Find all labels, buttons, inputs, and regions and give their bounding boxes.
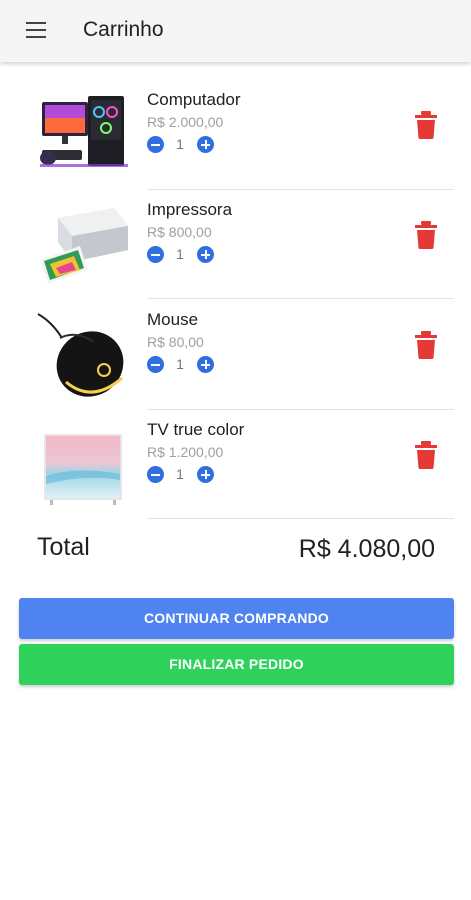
cart-item-impressora: Impressora R$ 800,00 1 <box>0 190 471 300</box>
item-name: Impressora <box>147 200 233 219</box>
quantity-value: 1 <box>176 356 184 372</box>
cart-item-mouse: Mouse R$ 80,00 1 <box>0 300 471 410</box>
item-price: R$ 800,00 <box>147 224 212 240</box>
page-title: Carrinho <box>83 18 164 41</box>
item-name: TV true color <box>147 420 245 439</box>
delete-icon[interactable] <box>412 220 440 250</box>
decrease-quantity-button[interactable] <box>147 246 164 263</box>
item-divider <box>147 518 454 519</box>
item-name: Computador <box>147 90 241 109</box>
menu-icon[interactable] <box>22 17 52 45</box>
cart-item-tv: TV true color R$ 1.200,00 1 <box>0 410 471 520</box>
total-label: Total <box>37 533 90 561</box>
computer-image <box>40 96 128 167</box>
quantity-value: 1 <box>176 246 184 262</box>
continue-shopping-button[interactable]: CONTINUAR COMPRANDO <box>19 598 454 639</box>
printer-image <box>40 208 128 284</box>
item-price: R$ 1.200,00 <box>147 444 224 460</box>
mouse-image <box>37 313 124 397</box>
tv-image <box>44 434 122 505</box>
decrease-quantity-button[interactable] <box>147 356 164 373</box>
finish-order-button[interactable]: FINALIZAR PEDIDO <box>19 644 454 685</box>
quantity-value: 1 <box>176 136 184 152</box>
item-price: R$ 80,00 <box>147 334 204 350</box>
item-name: Mouse <box>147 310 199 329</box>
total-value: R$ 4.080,00 <box>298 535 435 563</box>
item-divider <box>147 298 454 299</box>
delete-icon[interactable] <box>412 110 440 140</box>
quantity-value: 1 <box>176 466 184 482</box>
app-bar: Carrinho <box>0 0 471 62</box>
increase-quantity-button[interactable] <box>197 136 214 153</box>
delete-icon[interactable] <box>412 330 440 360</box>
decrease-quantity-button[interactable] <box>147 136 164 153</box>
increase-quantity-button[interactable] <box>197 466 214 483</box>
delete-icon[interactable] <box>412 440 440 470</box>
cart-item-computador: Computador R$ 2.000,00 1 <box>0 80 471 190</box>
item-price: R$ 2.000,00 <box>147 114 224 130</box>
increase-quantity-button[interactable] <box>197 246 214 263</box>
increase-quantity-button[interactable] <box>197 356 214 373</box>
decrease-quantity-button[interactable] <box>147 466 164 483</box>
